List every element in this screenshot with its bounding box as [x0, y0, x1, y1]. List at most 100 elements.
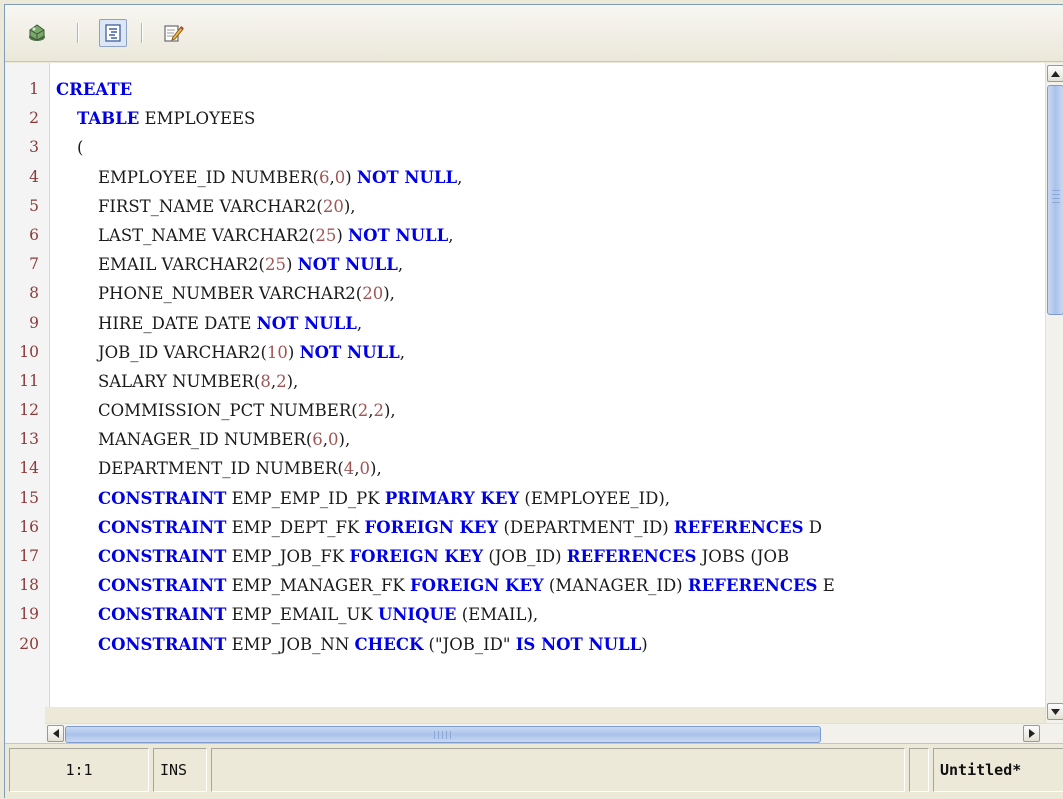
sql-keyword: NOT NULL [256, 313, 357, 333]
sql-text: , [356, 313, 363, 333]
code-text: PHONE_NUMBER VARCHAR2(20), [56, 279, 395, 308]
sql-number: 2 [276, 371, 287, 391]
sql-keyword: NOT NULL [356, 167, 458, 187]
line-number: 8 [29, 284, 39, 303]
code-text: MANAGER_ID NUMBER(6,0), [56, 425, 350, 454]
sql-keyword: CONSTRAINT [97, 605, 227, 625]
sql-text: ) [345, 167, 357, 187]
line-number: 19 [19, 605, 39, 624]
sql-text: , [399, 342, 405, 362]
scroll-right-button[interactable] [1023, 725, 1040, 742]
scroll-up-button[interactable] [1047, 65, 1063, 82]
sql-text: D [803, 517, 822, 537]
code-line: 8 PHONE_NUMBER VARCHAR2(20), [5, 279, 1045, 308]
sql-text: EMP_DEPT_FK [226, 517, 365, 537]
sql-text: EMP_JOB_FK [226, 547, 350, 566]
scroll-down-button[interactable] [1047, 703, 1063, 720]
horizontal-scrollbar[interactable] [45, 723, 1063, 744]
run-script-button[interactable] [23, 19, 51, 47]
sql-text: EMP_JOB_NN [226, 634, 355, 654]
code-line: 20 CONSTRAINT EMP_JOB_NN CHECK ("JOB_ID"… [5, 630, 1045, 659]
sql-keyword: NOT NULL [348, 225, 449, 245]
editor-window: 1 CREATE 2 TABLE EMPLOYEES 3 (4 EMPLOYEE_ID… [4, 4, 1063, 799]
sql-text: FIRST_NAME VARCHAR2( [56, 196, 323, 216]
triangle-right-icon [1028, 729, 1035, 738]
run-script-icon [29, 24, 45, 41]
code-line: 13 MANAGER_ID NUMBER(6,0), [5, 425, 1045, 454]
toolbar-separator [77, 23, 79, 43]
sql-text: SALARY NUMBER( [56, 371, 261, 391]
code-text: FIRST_NAME VARCHAR2(20), [56, 192, 356, 221]
vertical-scrollbar[interactable] [1045, 63, 1063, 723]
line-number: 5 [29, 196, 39, 215]
sql-keyword: REFERENCES [566, 547, 697, 566]
sql-text: JOB_ID VARCHAR2( [56, 342, 267, 362]
sql-keyword: CONSTRAINT [97, 547, 227, 566]
sql-text: (EMPLOYEE_ID), [519, 488, 671, 508]
sql-number: 0 [359, 459, 371, 479]
code-line: 11 SALARY NUMBER(8,2), [5, 367, 1045, 396]
thumb-grip [434, 731, 435, 739]
line-number: 2 [29, 109, 39, 128]
sql-number: 25 [264, 255, 286, 275]
horizontal-scroll-thumb[interactable] [65, 726, 821, 743]
code-text: EMAIL VARCHAR2(25) NOT NULL, [56, 250, 403, 279]
thumb-grip [1052, 202, 1060, 203]
code-line: 3 ( [5, 133, 1045, 162]
sql-text: ("JOB_ID" [423, 634, 516, 654]
status-bar: 1:1 INS Untitled* [5, 743, 1063, 799]
edit-button[interactable] [159, 19, 187, 47]
sql-text: ) [285, 255, 298, 275]
sql-text: HIRE_DATE DATE [56, 313, 257, 333]
sql-text: EMPLOYEES [139, 109, 256, 129]
sql-text: (MANAGER_ID) [543, 576, 688, 596]
sql-number: 2 [357, 401, 369, 421]
gutter-bottom [5, 707, 45, 743]
line-number: 17 [19, 547, 39, 565]
code-editor[interactable]: 1 CREATE 2 TABLE EMPLOYEES 3 (4 EMPLOYEE_ID… [5, 63, 1045, 707]
line-number: 11 [19, 371, 39, 390]
line-number: 16 [19, 517, 39, 536]
sql-text: ) [287, 342, 300, 362]
format-button[interactable] [99, 19, 127, 47]
sql-text: , [457, 167, 463, 187]
sql-text: EMP_EMAIL_UK [226, 605, 378, 625]
code-text: CONSTRAINT EMP_DEPT_FK FOREIGN KEY (DEPA… [56, 513, 822, 542]
code-line: 2 TABLE EMPLOYEES [5, 104, 1045, 133]
code-line: 9 HIRE_DATE DATE NOT NULL, [5, 309, 1045, 338]
cursor-position: 1:1 [9, 748, 149, 792]
sql-text: MANAGER_ID NUMBER( [56, 430, 313, 450]
thumb-grip [1052, 190, 1060, 191]
sql-text: EMP_EMP_ID_PK [226, 488, 385, 508]
sql-text: , [448, 225, 454, 245]
thumb-grip [442, 731, 443, 739]
scroll-left-button[interactable] [47, 725, 64, 742]
sql-keyword: FOREIGN KEY [349, 547, 484, 566]
sql-keyword: CONSTRAINT [97, 634, 227, 654]
sql-keyword: NOT NULL [299, 342, 400, 362]
vertical-scroll-thumb[interactable] [1047, 85, 1063, 315]
sql-text: E [817, 576, 835, 596]
sql-text: EMP_MANAGER_FK [226, 576, 410, 596]
line-number: 15 [19, 488, 39, 507]
line-number: 6 [29, 225, 39, 244]
code-line: 17 CONSTRAINT EMP_JOB_FK FOREIGN KEY (JO… [5, 542, 1045, 571]
line-number: 4 [29, 167, 39, 186]
code-line: 16 CONSTRAINT EMP_DEPT_FK FOREIGN KEY (D… [5, 513, 1045, 542]
line-number: 12 [19, 401, 39, 420]
toolbar-separator [141, 23, 143, 43]
code-text: SALARY NUMBER(8,2), [56, 367, 298, 396]
sql-keyword: CREATE [56, 80, 133, 99]
sql-text: ), [370, 459, 382, 479]
sql-text: ), [383, 284, 395, 304]
sql-text: EMAIL VARCHAR2( [56, 255, 265, 275]
triangle-up-icon [1051, 70, 1060, 77]
edit-document-icon [164, 25, 184, 42]
code-text: CREATE [56, 75, 132, 104]
code-text: CONSTRAINT EMP_JOB_NN CHECK ("JOB_ID" IS… [56, 630, 648, 659]
